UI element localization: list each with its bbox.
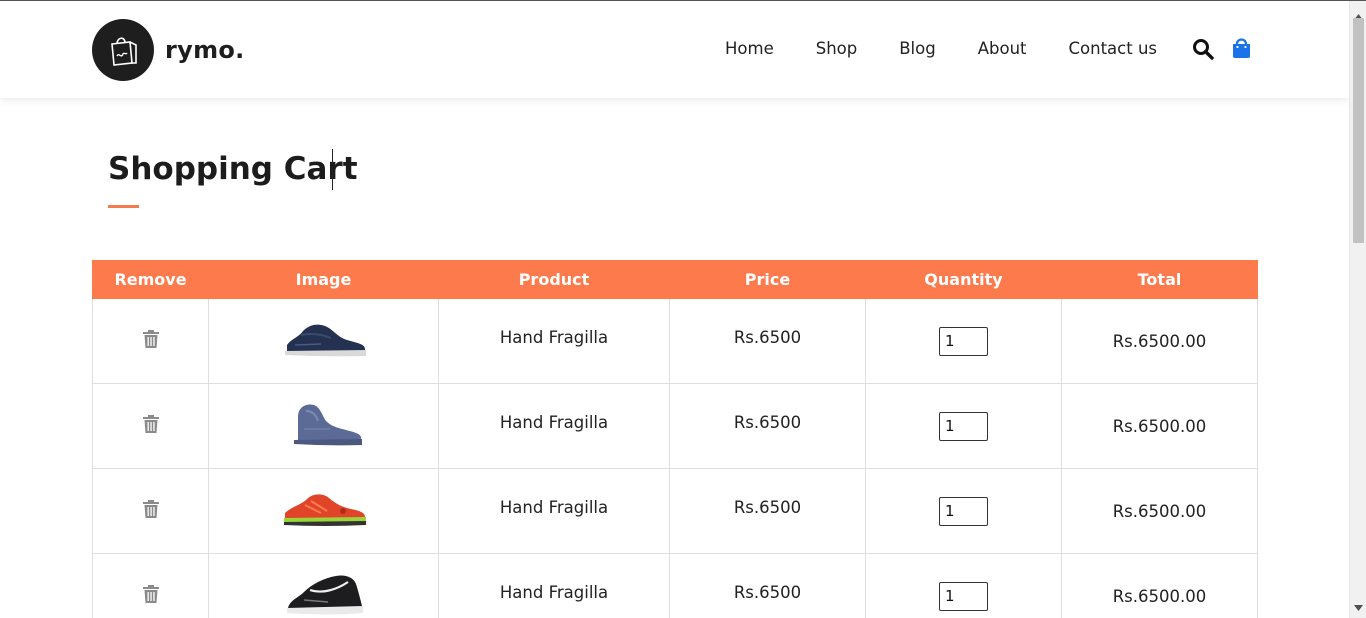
scroll-down-arrow-icon[interactable]: [1354, 596, 1363, 615]
product-name: Hand Fragilla: [438, 553, 670, 618]
table-header-row: Remove Image Product Price Quantity Tota…: [92, 260, 1258, 299]
black-running-shoe-image[interactable]: [284, 570, 364, 618]
trash-icon[interactable]: [142, 415, 159, 437]
row-total: Rs.6500.00: [1061, 468, 1258, 554]
remove-cell: [92, 383, 209, 469]
quantity-input[interactable]: [939, 411, 988, 441]
trash-icon[interactable]: [142, 585, 159, 607]
quantity-cell: [865, 298, 1062, 384]
row-total: Rs.6500.00: [1061, 298, 1258, 384]
quantity-input[interactable]: [939, 581, 988, 611]
quantity-cell: [865, 383, 1062, 469]
header-price: Price: [669, 260, 866, 299]
product-price: Rs.6500: [669, 468, 866, 554]
text-cursor: [332, 149, 333, 190]
image-cell: [208, 383, 439, 469]
search-icon[interactable]: [1192, 38, 1214, 64]
product-name: Hand Fragilla: [438, 383, 670, 469]
product-price: Rs.6500: [669, 383, 866, 469]
trash-icon[interactable]: [142, 330, 159, 352]
row-total: Rs.6500.00: [1061, 383, 1258, 469]
page-viewport: rymo. Home Shop Blog About Contact us Sh…: [0, 1, 1349, 618]
header-total: Total: [1061, 260, 1258, 299]
header-image: Image: [208, 260, 439, 299]
brand-logo[interactable]: rymo.: [92, 19, 245, 81]
title-underline: [108, 205, 139, 208]
table-row: Hand Fragilla Rs.6500 Rs.6500.00: [92, 468, 1258, 554]
table-row: Hand Fragilla Rs.6500 Rs.6500.00: [92, 298, 1258, 384]
main-nav: Home Shop Blog About Contact us: [725, 39, 1157, 58]
cart-table: Remove Image Product Price Quantity Tota…: [92, 260, 1258, 618]
image-cell: [208, 298, 439, 384]
shopping-bag-logo-icon: [92, 19, 154, 81]
quantity-input[interactable]: [939, 326, 988, 356]
quantity-cell: [865, 553, 1062, 618]
remove-cell: [92, 468, 209, 554]
product-name: Hand Fragilla: [438, 468, 670, 554]
product-price: Rs.6500: [669, 553, 866, 618]
nav-contact-us[interactable]: Contact us: [1069, 39, 1158, 58]
page-title: Shopping Cart: [108, 151, 358, 187]
nav-about[interactable]: About: [978, 39, 1027, 58]
quantity-input[interactable]: [939, 496, 988, 526]
product-price: Rs.6500: [669, 298, 866, 384]
quantity-cell: [865, 468, 1062, 554]
remove-cell: [92, 553, 209, 618]
vertical-scrollbar[interactable]: [1349, 1, 1366, 618]
image-cell: [208, 468, 439, 554]
navy-running-shoe-image[interactable]: [281, 319, 367, 363]
nav-shop[interactable]: Shop: [816, 39, 858, 58]
product-name: Hand Fragilla: [438, 298, 670, 384]
brand-name: rymo.: [165, 36, 245, 64]
image-cell: [208, 553, 439, 618]
shopping-bag-icon[interactable]: [1232, 37, 1251, 63]
scrollbar-thumb[interactable]: [1353, 18, 1364, 243]
nav-home[interactable]: Home: [725, 39, 774, 58]
nav-blog[interactable]: Blog: [899, 39, 935, 58]
blue-high-top-shoe-image[interactable]: [284, 399, 364, 453]
table-row: Hand Fragilla Rs.6500 Rs.6500.00: [92, 383, 1258, 469]
table-row: Hand Fragilla Rs.6500 Rs.6500.00: [92, 553, 1258, 618]
header-product: Product: [438, 260, 670, 299]
trash-icon[interactable]: [142, 500, 159, 522]
site-header: rymo. Home Shop Blog About Contact us: [0, 1, 1349, 98]
row-total: Rs.6500.00: [1061, 553, 1258, 618]
header-quantity: Quantity: [865, 260, 1062, 299]
header-remove: Remove: [92, 260, 209, 299]
remove-cell: [92, 298, 209, 384]
orange-running-shoe-image[interactable]: [281, 489, 367, 533]
